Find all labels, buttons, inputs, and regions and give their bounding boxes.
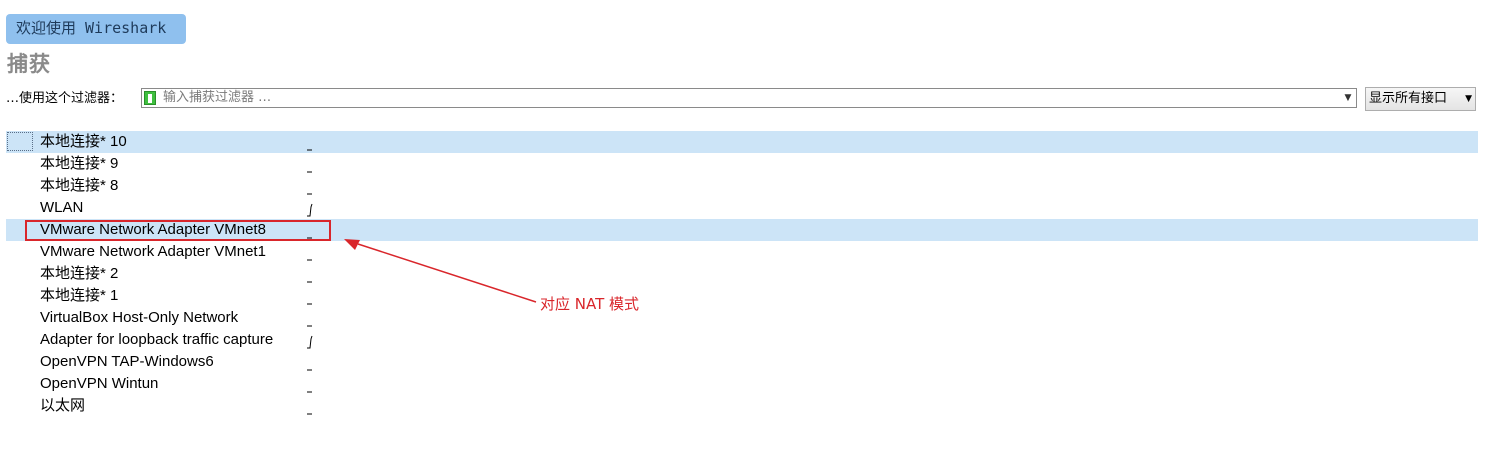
interface-name: 本地连接* 9: [40, 155, 119, 172]
capture-filter-input[interactable]: 输入捕获过滤器 … ▼: [141, 88, 1357, 108]
interface-row[interactable]: VMware Network Adapter VMnet1: [6, 241, 1478, 263]
interface-name: Adapter for loopback traffic capture: [40, 331, 274, 348]
interface-name: 本地连接* 10: [40, 133, 127, 150]
traffic-sparkline: [307, 303, 312, 305]
interface-row[interactable]: OpenVPN Wintun: [6, 373, 1478, 395]
wireshark-welcome-page: 欢迎使用 Wireshark 捕获 …使用这个过滤器： 输入捕获过滤器 … ▼ …: [0, 0, 1490, 459]
annotation-highlight-box: [25, 220, 331, 241]
traffic-sparkline: [307, 335, 313, 349]
capture-filter-label: …使用这个过滤器：: [6, 91, 124, 106]
traffic-sparkline: [307, 259, 312, 261]
interface-name: OpenVPN TAP-Windows6: [40, 353, 214, 370]
chevron-down-icon: ▼: [1465, 94, 1472, 104]
sparkline-path: [307, 203, 313, 217]
capture-section-title: 捕获: [7, 51, 51, 76]
interface-list[interactable]: 本地连接* 10 本地连接* 9 本地连接* 8 WLAN VMware Network…: [6, 131, 1478, 417]
traffic-sparkline: [307, 281, 312, 283]
interface-row[interactable]: VirtualBox Host-Only Network: [6, 307, 1478, 329]
annotation-label: 对应 NAT 模式: [540, 295, 640, 313]
interface-name: WLAN: [40, 199, 84, 216]
interface-row[interactable]: WLAN: [6, 197, 1478, 219]
interface-row[interactable]: 本地连接* 2: [6, 263, 1478, 285]
interface-type-select[interactable]: 显示所有接口 ▼: [1365, 87, 1476, 111]
interface-row[interactable]: 本地连接* 1: [6, 285, 1478, 307]
interface-name: VMware Network Adapter VMnet1: [40, 243, 266, 260]
traffic-sparkline: [307, 413, 312, 415]
bookmark-icon[interactable]: [144, 91, 156, 105]
capture-filter-placeholder: 输入捕获过滤器 …: [163, 90, 272, 105]
interface-name: 本地连接* 8: [40, 177, 119, 194]
interface-name: OpenVPN Wintun: [40, 375, 159, 392]
sparkline-path: [307, 335, 313, 349]
interface-name: 以太网: [40, 397, 86, 414]
interface-name: VirtualBox Host-Only Network: [40, 309, 239, 326]
traffic-sparkline: [307, 369, 312, 371]
interface-name: 本地连接* 1: [40, 287, 119, 304]
traffic-sparkline: [307, 193, 312, 195]
traffic-sparkline: [307, 391, 312, 393]
chevron-down-icon[interactable]: ▼: [1343, 89, 1353, 107]
welcome-button[interactable]: 欢迎使用 Wireshark: [6, 14, 186, 44]
interface-row[interactable]: Adapter for loopback traffic capture: [6, 329, 1478, 351]
interface-type-select-value: 显示所有接口: [1369, 91, 1448, 106]
interface-row[interactable]: 本地连接* 9: [6, 153, 1478, 175]
interface-row[interactable]: OpenVPN TAP-Windows6: [6, 351, 1478, 373]
interface-row[interactable]: 本地连接* 8: [6, 175, 1478, 197]
interface-row[interactable]: 本地连接* 10: [6, 131, 1478, 153]
focus-indicator: [7, 132, 33, 151]
traffic-sparkline: [307, 171, 312, 173]
traffic-sparkline: [307, 149, 312, 151]
interface-name: 本地连接* 2: [40, 265, 119, 282]
traffic-sparkline: [307, 325, 312, 327]
traffic-sparkline: [307, 203, 313, 217]
interface-row[interactable]: 以太网: [6, 395, 1478, 417]
